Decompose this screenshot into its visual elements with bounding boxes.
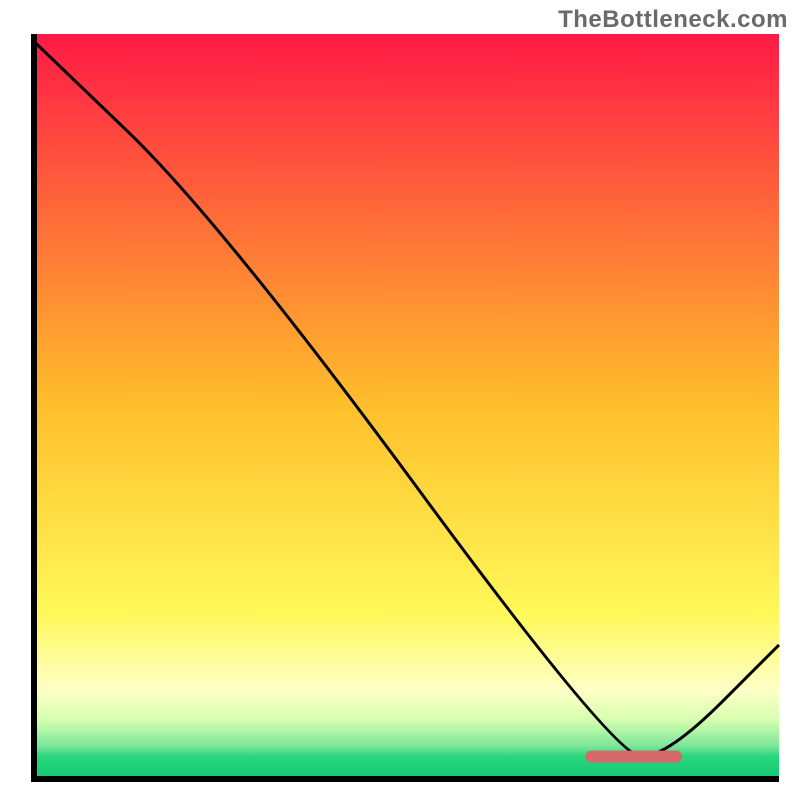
plot-background — [34, 34, 779, 779]
chart-container: TheBottleneck.com — [0, 0, 800, 800]
optimal-zone-marker — [585, 751, 682, 763]
watermark-label: TheBottleneck.com — [558, 6, 788, 34]
bottleneck-chart — [0, 0, 800, 800]
